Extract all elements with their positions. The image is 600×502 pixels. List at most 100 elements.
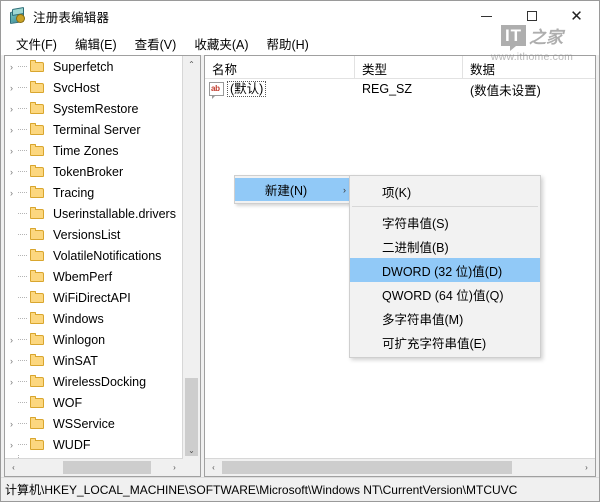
tree-connector [18,434,30,455]
menu-favorites[interactable]: 收藏夹(A) [185,32,257,55]
tree-item[interactable]: › WbemPerf [5,266,183,287]
value-name-cell[interactable]: ab (默认) [205,81,355,99]
table-row[interactable]: ab (默认) REG_SZ (数值未设置) [205,78,595,100]
tree-item-label: SvcHost [53,80,100,95]
folder-icon [30,207,45,220]
tree-connector [18,392,30,413]
list-header: 名称 类型 数据 [205,56,595,79]
tree-hscroll-thumb[interactable] [63,461,151,474]
scroll-down-icon[interactable]: ⌄ [183,442,200,459]
tree-connector [18,182,30,203]
column-header-name[interactable]: 名称 [205,56,355,78]
tree-connector [18,119,30,140]
expand-chevron-icon[interactable]: › [5,413,18,434]
list-horizontal-scrollbar[interactable]: ‹ › [205,458,595,476]
folder-icon [30,270,45,283]
scroll-up-icon[interactable]: ⌃ [183,56,200,73]
tree-item-label: Userinstallable.drivers [53,206,176,221]
folder-icon [30,81,45,94]
expand-chevron-icon[interactable]: › [5,161,18,182]
menu-edit[interactable]: 编辑(E) [66,32,126,55]
tree-item[interactable]: › Userinstallable.drivers [5,203,183,224]
tree-item[interactable]: › VersionsList [5,224,183,245]
tree-item-label: TokenBroker [53,164,124,179]
tree-item[interactable]: › WiFiDirectAPI [5,287,183,308]
tree-item[interactable]: › WirelessDocking [5,371,183,392]
list-hscroll-thumb[interactable] [222,461,512,474]
menu-bar: 文件(F) 编辑(E) 查看(V) 收藏夹(A) 帮助(H) [1,31,599,55]
tree-item[interactable]: › Windows [5,308,183,329]
value-name-label: (默认) [227,81,267,97]
tree-item[interactable]: › WOF [5,392,183,413]
menu-separator [352,206,538,207]
expand-chevron-icon[interactable]: › [5,98,18,119]
tree-item-label: WUDF [53,437,91,452]
tree-horizontal-scrollbar[interactable]: ‹ › [5,458,183,476]
tree-connector [18,371,30,392]
status-path: 计算机\HKEY_LOCAL_MACHINE\SOFTWARE\Microsof… [5,483,518,497]
tree-item[interactable]: › WSService [5,413,183,434]
maximize-button[interactable] [509,1,554,31]
tree-item[interactable]: › Superfetch [5,56,183,77]
scroll-left-icon[interactable]: ‹ [5,459,22,476]
tree-item[interactable]: › WUDF [5,434,183,455]
tree-item[interactable]: › Terminal Server [5,119,183,140]
title-bar: 注册表编辑器 ✕ [1,1,599,31]
expand-chevron-icon[interactable]: › [5,371,18,392]
tree-item[interactable]: › Time Zones [5,140,183,161]
tree-item-label: WinSAT [53,353,98,368]
context-submenu-item[interactable]: QWORD (64 位)值(Q) [350,282,540,306]
tree-connector [18,413,30,434]
menu-file[interactable]: 文件(F) [7,32,66,55]
tree-connector [18,77,30,98]
tree-item[interactable]: › TokenBroker [5,161,183,182]
expand-chevron-icon[interactable]: › [5,56,18,77]
context-submenu-item[interactable]: DWORD (32 位)值(D) [350,258,540,282]
tree-indent-spacer: › [5,392,18,413]
expand-chevron-icon[interactable]: › [5,119,18,140]
column-header-data[interactable]: 数据 [463,56,595,78]
tree-item[interactable]: › Tracing [5,182,183,203]
tree-item[interactable]: › VolatileNotifications [5,245,183,266]
expand-chevron-icon[interactable]: › [5,350,18,371]
expand-chevron-icon[interactable]: › [5,182,18,203]
tree-item-label: VolatileNotifications [53,248,162,263]
registry-tree-pane: › Superfetch › SvcHost › SystemRestore › Termin… [4,55,201,477]
expand-chevron-icon[interactable]: › [5,329,18,350]
expand-chevron-icon[interactable]: › [5,77,18,98]
list-scroll-left-icon[interactable]: ‹ [205,459,222,476]
context-menu-item-new[interactable]: 新建(N) › [235,178,352,201]
tree-item[interactable]: › SvcHost [5,77,183,98]
minimize-button[interactable] [464,1,509,31]
menu-view[interactable]: 查看(V) [126,32,186,55]
expand-chevron-icon[interactable]: › [5,140,18,161]
tree-vertical-scrollbar[interactable]: ⌃ ⌄ [182,56,200,459]
context-submenu-new: 项(K) 字符串值(S) 二进制值(B) DWORD (32 位)值(D) QWORD … [349,175,541,358]
folder-icon [30,102,45,115]
context-submenu-item[interactable]: 字符串值(S) [350,210,540,234]
folder-icon [30,186,45,199]
tree-item[interactable]: › WinSAT [5,350,183,371]
tree-item-label: Superfetch [53,59,114,74]
list-scroll-right-icon[interactable]: › [578,459,595,476]
tree-connector [18,287,30,308]
column-header-type[interactable]: 类型 [355,56,463,78]
tree-connector [18,203,30,224]
tree-item-label: WSService [53,416,115,431]
tree-item[interactable]: › SystemRestore [5,98,183,119]
tree-indent-spacer: › [5,287,18,308]
context-submenu-item[interactable]: 项(K) [350,179,540,203]
context-submenu-item[interactable]: 二进制值(B) [350,234,540,258]
menu-help[interactable]: 帮助(H) [257,32,317,55]
folder-icon [30,165,45,178]
tree-item[interactable]: › Winlogon [5,329,183,350]
scroll-right-icon[interactable]: › [166,459,183,476]
tree-connector [18,56,30,77]
context-submenu-item[interactable]: 可扩充字符串值(E) [350,330,540,354]
context-submenu-item[interactable]: 多字符串值(M) [350,306,540,330]
tree-connector [18,140,30,161]
tree-item-label: VersionsList [53,227,121,242]
close-icon[interactable]: ✕ [554,1,599,31]
registry-tree[interactable]: › Superfetch › SvcHost › SystemRestore › Termin… [5,56,183,459]
expand-chevron-icon[interactable]: › [5,434,18,455]
